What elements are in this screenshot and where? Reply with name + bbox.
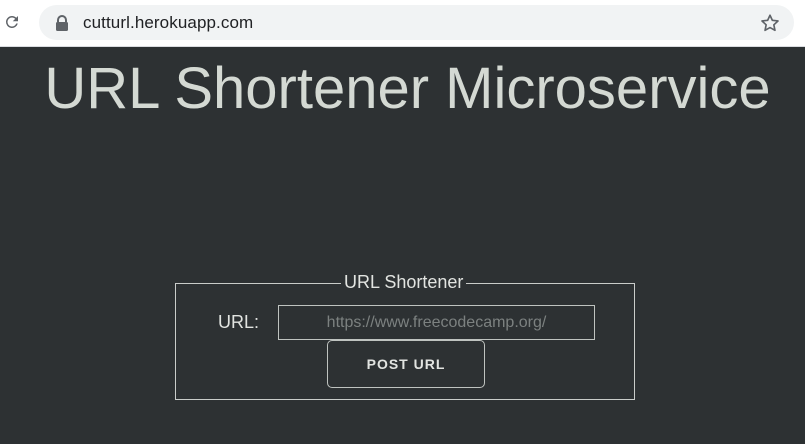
url-shortener-form: URL Shortener URL: POST URL [175,272,635,400]
star-icon[interactable] [759,12,781,34]
url-label: URL: [218,312,260,332]
browser-toolbar: cutturl.herokuapp.com [0,0,805,47]
page-content: URL Shortener Microservice URL Shortener… [0,47,805,444]
url-input[interactable] [278,305,595,340]
address-text[interactable]: cutturl.herokuapp.com [83,13,253,33]
page-title: URL Shortener Microservice [44,56,771,121]
reload-icon[interactable] [2,12,22,32]
post-url-button[interactable]: POST URL [327,340,485,388]
form-legend: URL Shortener [341,272,467,293]
lock-icon[interactable] [55,15,69,31]
address-bar[interactable]: cutturl.herokuapp.com [39,5,794,40]
